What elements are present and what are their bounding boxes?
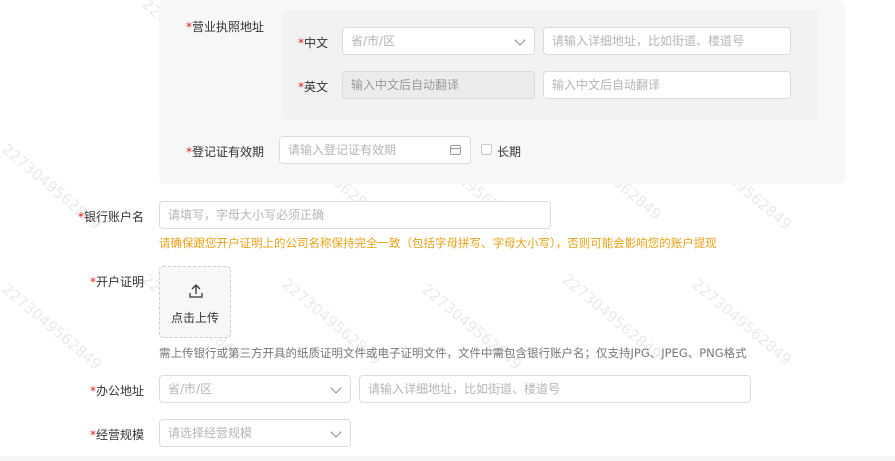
office-detail-address-input[interactable]: 请输入详细地址，比如街道、楼道号 <box>359 375 751 403</box>
chevron-down-icon <box>330 426 342 438</box>
registration-validity-label-text: 登记证有效期 <box>192 145 265 159</box>
bank-account-name-label: *银行账户名 <box>78 208 144 225</box>
english-region-input: 输入中文后自动翻译 <box>342 71 535 99</box>
office-region-select[interactable]: 省/市/区 <box>159 375 351 403</box>
english-label-text: 英文 <box>304 80 329 94</box>
long-term-checkbox[interactable] <box>481 144 492 155</box>
calendar-icon <box>450 145 461 155</box>
bank-account-name-label-text: 银行账户名 <box>84 210 145 224</box>
certificate-upload-note: 需上传银行或第三方开具的纸质证明文件或电子证明文件，文件中需包含银行账户名；仅支… <box>159 346 747 360</box>
upload-icon <box>189 284 203 298</box>
chinese-address-label: *中文 <box>298 34 328 51</box>
chevron-down-icon <box>330 382 342 394</box>
office-address-label-text: 办公地址 <box>96 384 145 398</box>
chevron-down-icon <box>514 34 526 46</box>
registration-validity-date-input[interactable]: 请输入登记证有效期 <box>279 136 471 164</box>
long-term-label: 长期 <box>497 145 522 159</box>
certificate-upload-button[interactable]: 点击上传 <box>159 266 231 338</box>
office-region-placeholder: 省/市/区 <box>168 382 213 396</box>
english-region-placeholder: 输入中文后自动翻译 <box>351 78 460 92</box>
account-certificate-label: *开户证明 <box>90 273 144 290</box>
chinese-detail-placeholder: 请输入详细地址，比如街道、楼道号 <box>552 34 745 48</box>
bank-account-name-warning: 请确保跟您开户证明上的公司名称保持完全一致（包括字母拼写、字母大小写），否则可能… <box>159 236 717 250</box>
bottom-divider <box>0 456 895 461</box>
watermark: 2273049562849 <box>0 280 106 374</box>
business-scale-label-text: 经营规模 <box>96 428 145 442</box>
business-scale-label: *经营规模 <box>90 426 144 443</box>
business-scale-placeholder: 请选择经营规模 <box>168 426 253 440</box>
registration-validity-placeholder: 请输入登记证有效期 <box>288 143 397 157</box>
business-address-label: *营业执照地址 <box>186 18 264 35</box>
english-address-label: *英文 <box>298 78 328 95</box>
business-scale-select[interactable]: 请选择经营规模 <box>159 419 351 447</box>
english-detail-address-input[interactable]: 输入中文后自动翻译 <box>543 71 791 99</box>
chinese-detail-address-input[interactable]: 请输入详细地址，比如街道、楼道号 <box>543 27 791 55</box>
chinese-region-placeholder: 省/市/区 <box>351 34 396 48</box>
business-address-label-text: 营业执照地址 <box>192 20 265 34</box>
registration-validity-label: *登记证有效期 <box>186 143 264 160</box>
bank-account-name-input[interactable]: 请填写，字母大小写必须正确 <box>159 201 551 229</box>
chinese-region-select[interactable]: 省/市/区 <box>342 27 535 55</box>
bank-account-name-placeholder: 请填写，字母大小写必须正确 <box>168 208 325 222</box>
chinese-label-text: 中文 <box>304 36 329 50</box>
office-address-label: *办公地址 <box>90 382 144 399</box>
upload-label: 点击上传 <box>170 311 219 325</box>
office-detail-placeholder: 请输入详细地址，比如街道、楼道号 <box>368 382 561 396</box>
english-detail-placeholder: 输入中文后自动翻译 <box>552 78 661 92</box>
account-certificate-label-text: 开户证明 <box>96 275 145 289</box>
